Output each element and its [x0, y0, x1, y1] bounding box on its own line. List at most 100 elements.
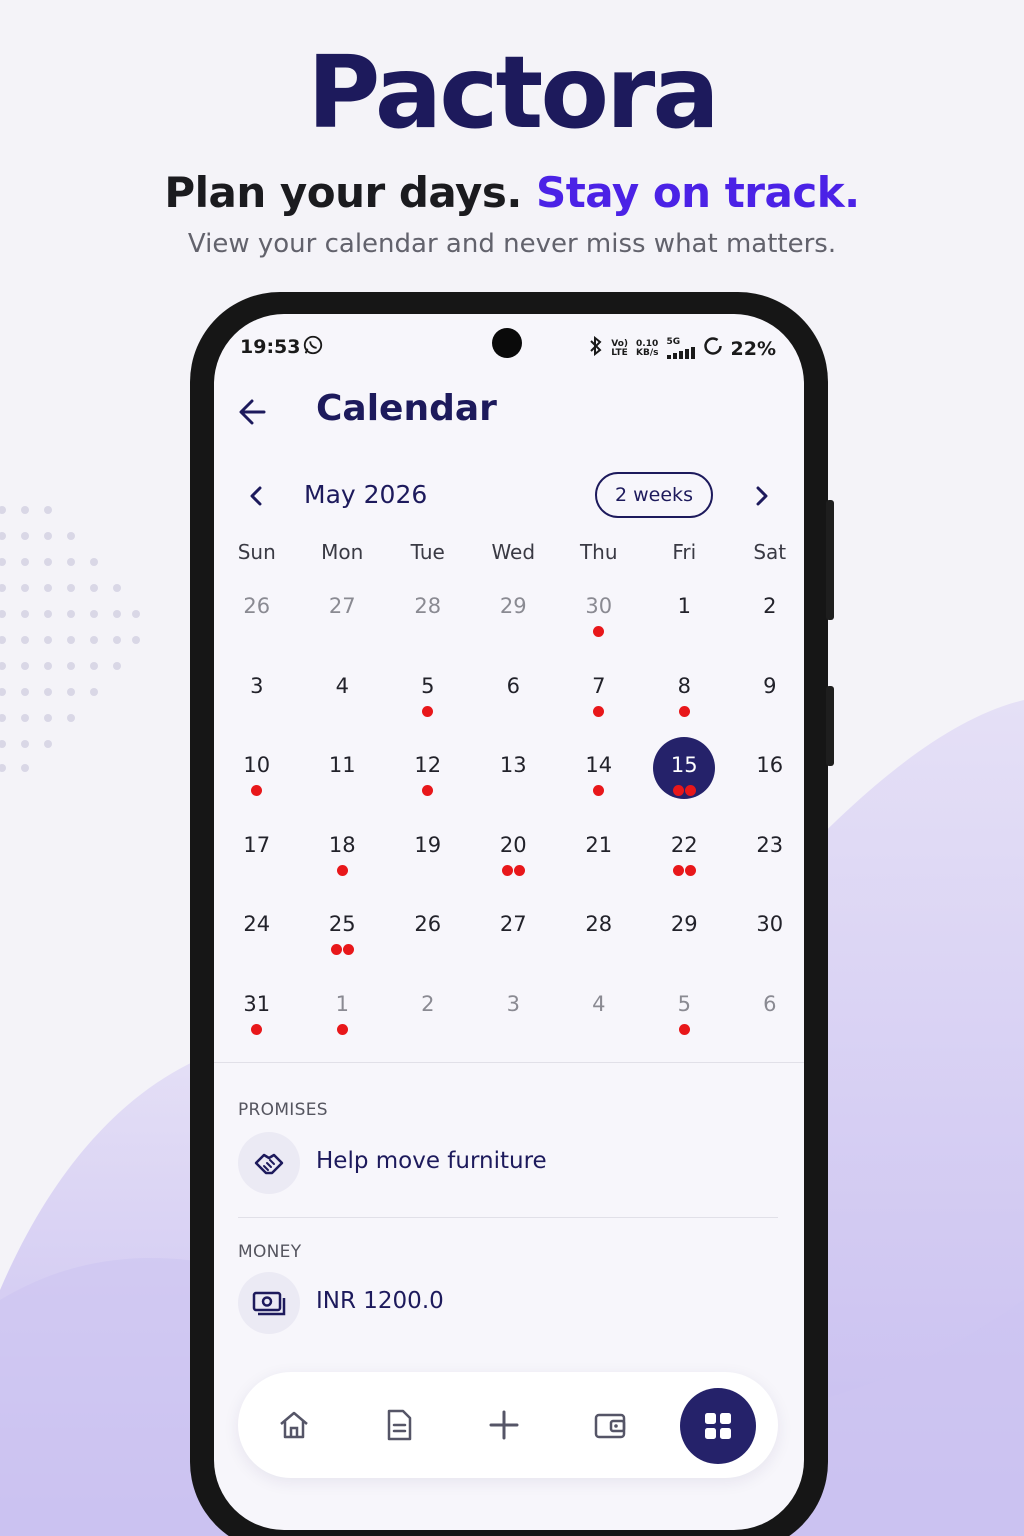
calendar-day[interactable]: 3 [214, 668, 300, 748]
calendar-day[interactable]: 13 [471, 747, 557, 827]
money-item[interactable]: INR 1200.0 [238, 1272, 778, 1334]
event-indicators [385, 705, 471, 717]
calendar-day[interactable]: 10 [214, 747, 300, 827]
cash-icon [238, 1272, 300, 1334]
calendar-day[interactable]: 27 [471, 906, 557, 986]
calendar-day[interactable]: 28 [556, 906, 642, 986]
event-dot [684, 785, 696, 797]
calendar-day[interactable]: 24 [214, 906, 300, 986]
nav-wallet[interactable] [586, 1401, 634, 1449]
calendar-day[interactable]: 20 [471, 827, 557, 907]
calendar-day[interactable]: 2 [727, 588, 804, 668]
day-number: 5 [421, 673, 435, 698]
calendar-day[interactable]: 30 [556, 588, 642, 668]
weekday-fri: Fri [672, 540, 697, 564]
calendar-day[interactable]: 2 [385, 986, 471, 1066]
day-number: 12 [414, 753, 442, 778]
promise-item[interactable]: Help move furniture [238, 1132, 778, 1194]
calendar-day[interactable]: 29 [642, 906, 728, 986]
day-number: 22 [670, 832, 698, 857]
calendar-day[interactable]: 25 [300, 906, 386, 986]
event-indicators [471, 864, 557, 876]
day-number: 9 [763, 673, 777, 698]
day-number: 14 [585, 753, 613, 778]
event-indicators [556, 705, 642, 717]
day-number: 21 [585, 832, 613, 857]
weekday-wed: Wed [491, 540, 536, 564]
calendar-day[interactable]: 28 [385, 588, 471, 668]
calendar-day[interactable]: 9 [727, 668, 804, 748]
calendar-day[interactable]: 14 [556, 747, 642, 827]
calendar-day[interactable]: 5 [385, 668, 471, 748]
calendar-day[interactable]: 11 [300, 747, 386, 827]
calendar-day-today[interactable]: 15 [642, 737, 728, 827]
nav-home[interactable] [270, 1401, 318, 1449]
calendar-day[interactable]: 16 [727, 747, 804, 827]
money-text: INR 1200.0 [316, 1288, 444, 1314]
calendar-day[interactable]: 26 [214, 588, 300, 668]
back-button[interactable] [234, 392, 274, 432]
day-number: 18 [328, 832, 356, 857]
calendar-day[interactable]: 1 [642, 588, 728, 668]
phone-frame: 19:53 Vo) LTE 0.10 KB/s 5G 22% Calendar … [190, 292, 834, 1536]
event-dot [684, 864, 696, 876]
event-indicators [300, 944, 386, 956]
event-dot [593, 785, 605, 797]
day-number: 28 [414, 594, 442, 618]
calendar-day[interactable]: 18 [300, 827, 386, 907]
calendar-day[interactable]: 4 [300, 668, 386, 748]
calendar-day[interactable]: 19 [385, 827, 471, 907]
day-number: 1 [335, 991, 349, 1016]
day-number: 30 [585, 594, 613, 618]
calendar-day[interactable]: 31 [214, 986, 300, 1066]
nav-add[interactable] [480, 1401, 528, 1449]
promise-text: Help move furniture [316, 1148, 547, 1174]
wallet-icon [594, 1413, 626, 1439]
day-number: 6 [763, 991, 777, 1016]
day-number: 29 [670, 912, 698, 937]
day-number: 17 [243, 832, 271, 857]
calendar-day[interactable]: 5 [642, 986, 728, 1066]
view-mode-toggle[interactable]: 2 weeks [595, 472, 713, 518]
day-number: 3 [506, 991, 520, 1016]
tagline-accent: Stay on track. [535, 168, 860, 217]
decorative-dots [0, 506, 140, 772]
calendar-day[interactable]: 12 [385, 747, 471, 827]
calendar-day[interactable]: 26 [385, 906, 471, 986]
signal-icon: 5G [666, 338, 695, 359]
day-number: 27 [328, 594, 356, 618]
weekday-sat: Sat [753, 540, 787, 564]
event-indicators [300, 1023, 386, 1035]
calendar-day[interactable]: 21 [556, 827, 642, 907]
battery-icon [703, 336, 723, 361]
day-number: 28 [585, 912, 613, 937]
nav-dashboard[interactable] [680, 1388, 756, 1464]
calendar-day[interactable]: 17 [214, 827, 300, 907]
calendar-day[interactable]: 7 [556, 668, 642, 748]
calendar-day[interactable]: 27 [300, 588, 386, 668]
event-indicators [300, 864, 386, 876]
day-number: 13 [499, 753, 527, 778]
hero: Pactora Plan your days. Stay on track. V… [0, 0, 1024, 260]
chevron-right-icon [756, 486, 768, 506]
calendar-day[interactable]: 8 [642, 668, 728, 748]
tagline: Plan your days. Stay on track. [0, 168, 1024, 217]
next-month-button[interactable] [748, 482, 776, 510]
day-number: 25 [328, 912, 356, 937]
day-number: 26 [414, 912, 442, 937]
calendar-day[interactable]: 23 [727, 827, 804, 907]
calendar-day[interactable]: 6 [471, 668, 557, 748]
prev-month-button[interactable] [242, 482, 270, 510]
nav-documents[interactable] [375, 1401, 423, 1449]
event-dot [513, 864, 525, 876]
calendar-day[interactable]: 22 [642, 827, 728, 907]
calendar-day[interactable]: 1 [300, 986, 386, 1066]
day-number: 8 [677, 673, 691, 698]
calendar-day[interactable]: 6 [727, 986, 804, 1066]
app-bar: Calendar [214, 384, 804, 444]
calendar-day[interactable]: 30 [727, 906, 804, 986]
calendar-day[interactable]: 4 [556, 986, 642, 1066]
calendar-day[interactable]: 29 [471, 588, 557, 668]
weekday-tue: Tue [410, 540, 445, 564]
calendar-day[interactable]: 3 [471, 986, 557, 1066]
